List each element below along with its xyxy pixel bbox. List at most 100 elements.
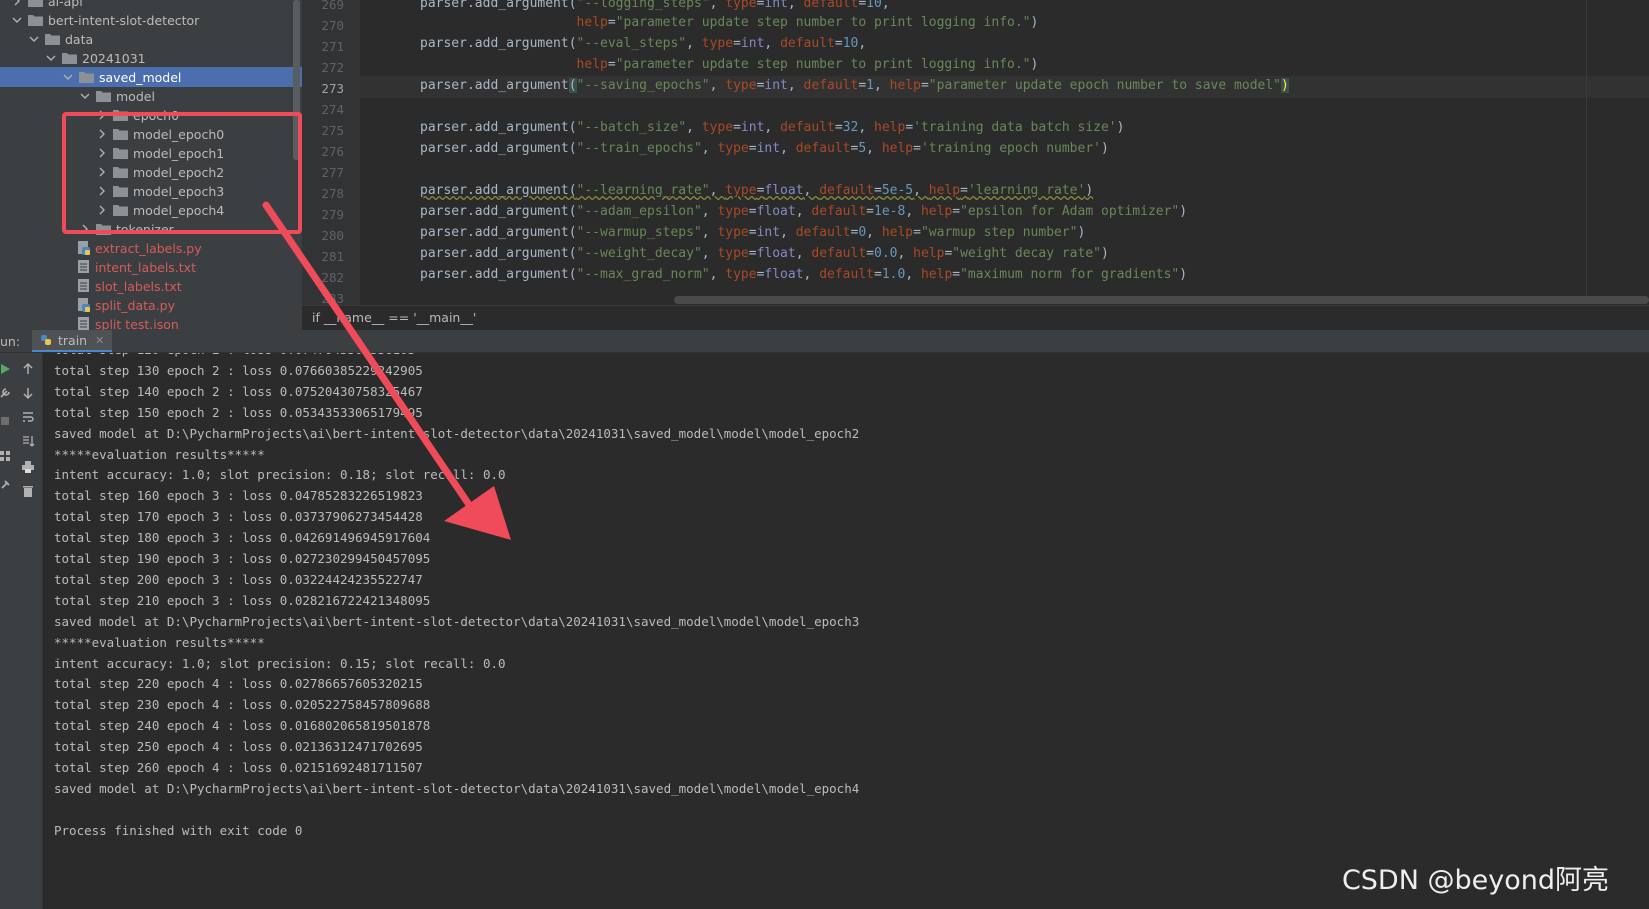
watermark: CSDN @beyond阿亮 bbox=[1341, 865, 1609, 896]
folder-icon bbox=[28, 0, 43, 7]
chevron-down-icon[interactable] bbox=[44, 51, 58, 65]
folder-icon bbox=[62, 52, 77, 64]
run-toolwindow-header: un: train ✕ bbox=[0, 330, 1649, 353]
folder-icon bbox=[45, 33, 60, 45]
chevron-down-icon[interactable] bbox=[27, 32, 41, 46]
scroll-up-icon[interactable] bbox=[20, 361, 36, 377]
print-icon[interactable] bbox=[20, 459, 36, 475]
code-line: parser.add_argument("--logging_steps", t… bbox=[420, 0, 890, 11]
tree-item[interactable]: model bbox=[0, 86, 302, 106]
run-tab-label: train bbox=[58, 332, 88, 348]
tree-item-label: split_data.py bbox=[95, 297, 176, 313]
chevron-down-icon[interactable] bbox=[10, 13, 24, 27]
tree-item-label: ai-api bbox=[48, 0, 83, 9]
close-tab-icon[interactable]: ✕ bbox=[95, 334, 104, 347]
tree-item[interactable]: saved_model bbox=[0, 67, 302, 87]
console-line: total step 200 epoch 3 : loss 0.03224424… bbox=[54, 571, 423, 587]
text-file-icon bbox=[78, 279, 90, 293]
console-line: total step 180 epoch 3 : loss 0.04269149… bbox=[54, 530, 431, 546]
right-margin-guide bbox=[1586, 0, 1587, 300]
tree-item-label: data bbox=[65, 31, 94, 47]
tree-item[interactable]: slot_labels.txt bbox=[0, 276, 302, 296]
tree-item[interactable]: extract_labels.py bbox=[0, 238, 302, 258]
tree-item-label: 20241031 bbox=[82, 50, 146, 66]
editor-horizontal-scrollbar[interactable] bbox=[674, 296, 1649, 304]
rerun-icon[interactable] bbox=[0, 361, 13, 377]
line-number: 279 bbox=[321, 207, 344, 222]
console-line: total step 260 epoch 4 : loss 0.02151692… bbox=[54, 760, 423, 775]
stop-icon[interactable] bbox=[0, 413, 13, 429]
soft-wrap-icon[interactable] bbox=[20, 409, 36, 425]
scroll-to-end-icon[interactable] bbox=[20, 433, 36, 449]
tree-item[interactable]: 20241031 bbox=[0, 48, 302, 68]
code-editor[interactable]: 269 270 271 272 273 274 275 276 277 278 279 280 281 2… bbox=[302, 0, 1649, 324]
pin-icon[interactable] bbox=[0, 477, 13, 493]
run-toolbar-secondary bbox=[14, 353, 43, 909]
chevron-right-icon[interactable] bbox=[10, 0, 24, 8]
folder-icon bbox=[96, 90, 111, 102]
editor-breadcrumb-bar[interactable]: if __name__ == '__main__' bbox=[302, 305, 1649, 328]
tree-item-label: model bbox=[116, 88, 155, 104]
console-line: saved model at D:\PycharmProjects\ai\ber… bbox=[54, 425, 860, 441]
console-line: total step 170 epoch 3 : loss 0.03737906… bbox=[54, 509, 423, 525]
console-line: saved model at D:\PycharmProjects\ai\ber… bbox=[54, 780, 860, 796]
python-file-icon bbox=[78, 298, 90, 312]
console-line: saved model at D:\PycharmProjects\ai\ber… bbox=[54, 613, 860, 629]
line-number: 271 bbox=[321, 39, 344, 54]
line-number: 277 bbox=[321, 165, 344, 180]
code-line: parser.add_argument("--batch_size", type… bbox=[420, 120, 1125, 135]
line-number: 278 bbox=[321, 186, 344, 201]
folder-icon bbox=[79, 71, 94, 83]
code-line: parser.add_argument("--eval_steps", type… bbox=[420, 36, 867, 51]
tree-item[interactable]: bert-intent-slot-detector bbox=[0, 10, 302, 30]
breadcrumb[interactable]: if __name__ == '__main__' bbox=[312, 310, 476, 325]
run-label: un: bbox=[0, 334, 21, 349]
code-line: parser.add_argument("--adam_epsilon", ty… bbox=[420, 204, 1188, 219]
run-toolbar-primary bbox=[0, 353, 14, 909]
layout-icon[interactable] bbox=[0, 448, 13, 464]
console-line: *****evaluation results***** bbox=[54, 634, 265, 650]
chevron-down-icon[interactable] bbox=[78, 89, 92, 103]
text-file-icon bbox=[78, 260, 90, 274]
code-line: parser.add_argument("--warmup_steps", ty… bbox=[420, 225, 1086, 240]
tree-item-label: extract_labels.py bbox=[95, 240, 202, 256]
code-line: parser.add_argument("--learning_rate", t… bbox=[420, 183, 1094, 198]
console-line: total step 130 epoch 2 : loss 0.07660385… bbox=[54, 362, 423, 378]
console-line: *****evaluation results***** bbox=[54, 446, 265, 462]
console-line: Process finished with exit code 0 bbox=[54, 822, 303, 838]
console-line: intent accuracy: 1.0; slot precision: 0.… bbox=[54, 467, 506, 483]
scroll-down-icon[interactable] bbox=[20, 385, 36, 401]
console-line: total step 250 epoch 4 : loss 0.02136312… bbox=[54, 739, 423, 755]
tree-item-label: saved_model bbox=[99, 69, 182, 85]
run-console-output[interactable]: total step 120 epoch 2 : loss 0.07470435… bbox=[43, 353, 1649, 909]
tree-item[interactable]: data bbox=[0, 29, 302, 49]
line-number: 283 bbox=[321, 291, 344, 306]
console-line: total step 230 epoch 4 : loss 0.02052275… bbox=[54, 697, 431, 713]
line-number: 269 bbox=[321, 0, 344, 12]
console-line: total step 210 epoch 3 : loss 0.02821672… bbox=[54, 592, 431, 608]
console-line: total step 160 epoch 3 : loss 0.04785283… bbox=[54, 488, 423, 504]
trash-icon[interactable] bbox=[20, 483, 36, 499]
code-line: help="parameter update step number to pr… bbox=[576, 15, 1039, 30]
console-line: total step 140 epoch 2 : loss 0.07520430… bbox=[54, 383, 423, 399]
code-line: parser.add_argument("--train_epochs", ty… bbox=[420, 141, 1109, 156]
tree-item-label: intent_labels.txt bbox=[95, 259, 196, 275]
annotation-highlight-box bbox=[62, 112, 302, 234]
line-number: 276 bbox=[321, 144, 344, 159]
tree-item[interactable]: split_data.py bbox=[0, 295, 302, 315]
chevron-down-icon[interactable] bbox=[61, 70, 75, 84]
python-icon bbox=[41, 335, 51, 345]
console-line: total step 240 epoch 4 : loss 0.01680206… bbox=[54, 718, 431, 734]
line-number: 270 bbox=[321, 18, 344, 33]
folder-icon bbox=[28, 14, 43, 26]
tree-item-label: bert-intent-slot-detector bbox=[48, 12, 200, 28]
console-line: total step 190 epoch 3 : loss 0.02723029… bbox=[54, 551, 431, 566]
wrench-icon[interactable] bbox=[0, 385, 13, 401]
line-number: 273 bbox=[321, 81, 344, 96]
tree-item[interactable]: intent_labels.txt bbox=[0, 257, 302, 277]
line-number: 272 bbox=[321, 60, 344, 75]
run-tab-train[interactable]: train ✕ bbox=[32, 330, 113, 352]
tree-item-label: slot_labels.txt bbox=[95, 278, 182, 294]
line-number: 280 bbox=[321, 228, 344, 243]
code-line: parser.add_argument("--weight_decay", ty… bbox=[420, 246, 1109, 261]
